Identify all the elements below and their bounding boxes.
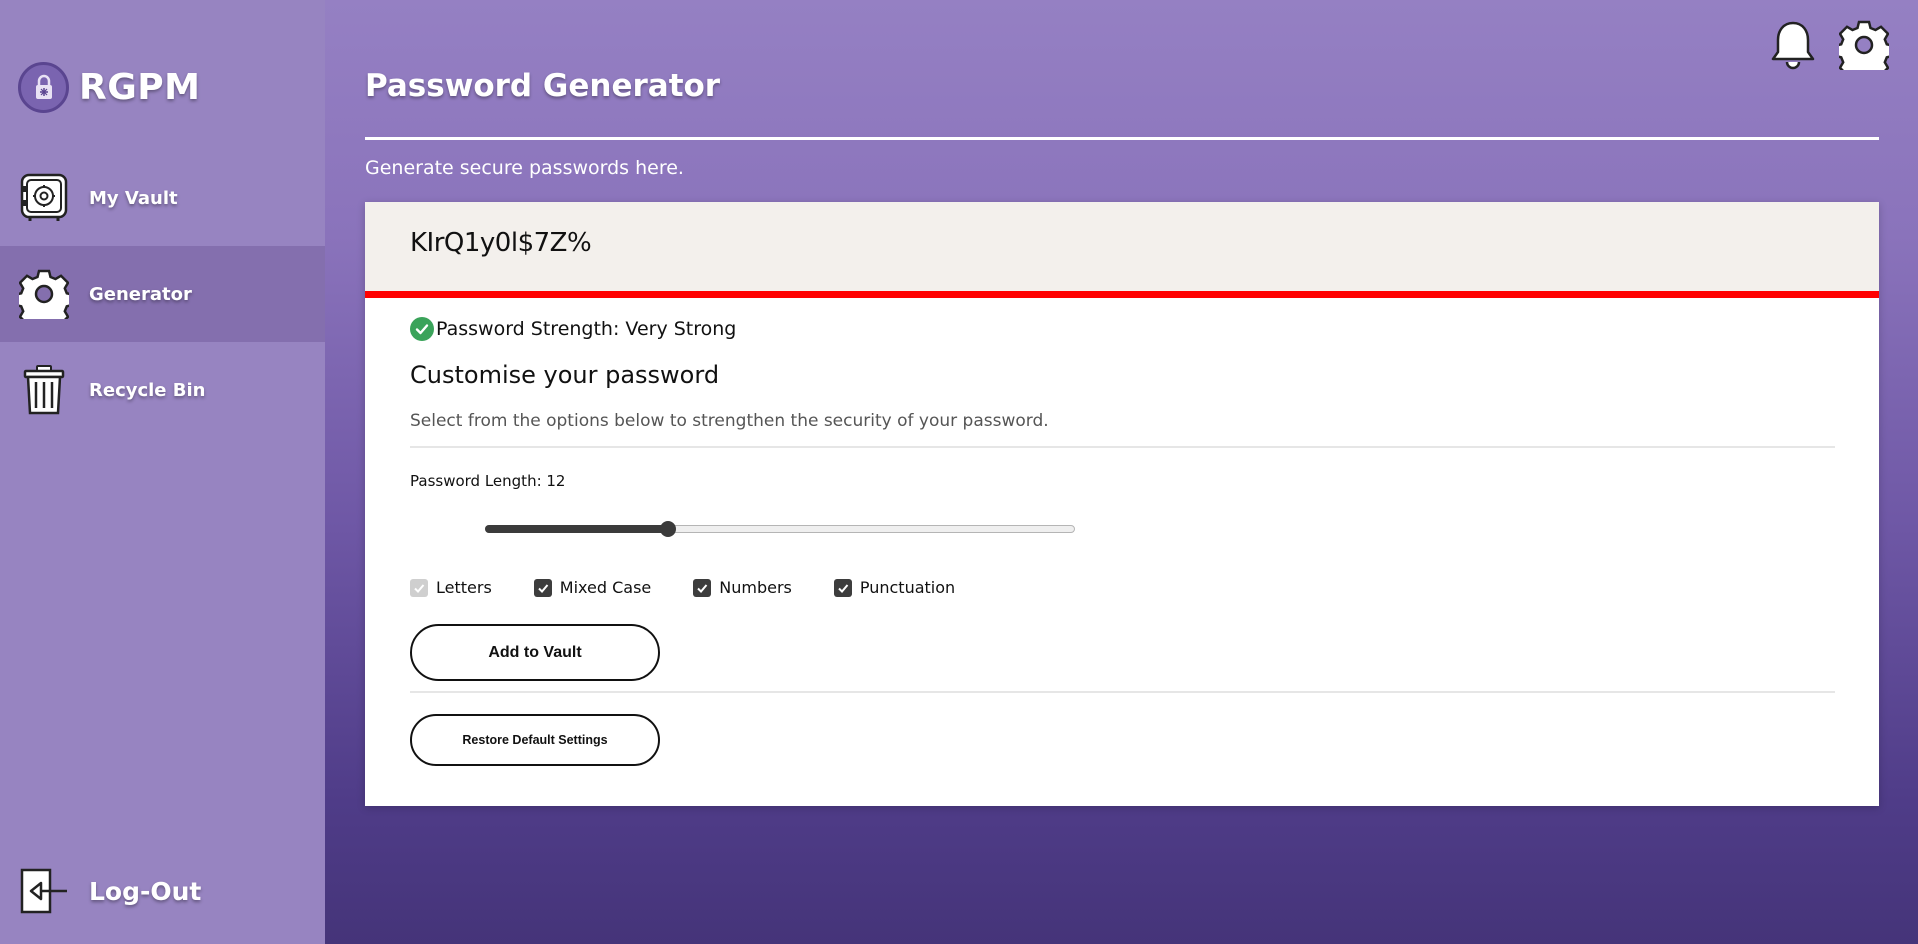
brand-logo-icon xyxy=(18,62,69,113)
page-title: Password Generator xyxy=(365,68,721,104)
generated-password-box[interactable]: KIrQ1y0l$7Z% xyxy=(365,202,1879,291)
generated-password[interactable]: KIrQ1y0l$7Z% xyxy=(410,228,592,258)
restore-defaults-button[interactable]: Restore Default Settings xyxy=(410,714,660,766)
logout-button[interactable]: Log-Out xyxy=(0,858,325,924)
password-strength: Password Strength: Very Strong xyxy=(410,317,736,341)
option-label: Mixed Case xyxy=(559,578,652,597)
option-label: Letters xyxy=(436,578,492,597)
sidebar-item-label: My Vault xyxy=(89,187,178,209)
option-letters[interactable]: Letters xyxy=(410,578,492,597)
option-numbers[interactable]: Numbers xyxy=(693,578,792,597)
section-description: Select from the options below to strengt… xyxy=(410,411,1049,431)
check-circle-icon xyxy=(410,317,434,341)
sidebar-item-my-vault[interactable]: My Vault xyxy=(0,150,325,246)
sidebar-item-label: Recycle Bin xyxy=(89,379,206,401)
brand[interactable]: RGPM xyxy=(18,62,200,113)
sidebar: RGPM My Vault Generator Recycle Bin Log-… xyxy=(0,0,325,944)
password-length-label: Password Length: 12 xyxy=(410,472,566,490)
logout-label: Log-Out xyxy=(89,876,202,906)
checkbox-mixed-case[interactable] xyxy=(533,578,552,597)
checkbox-numbers[interactable] xyxy=(693,578,712,597)
sidebar-item-label: Generator xyxy=(89,283,192,305)
divider xyxy=(410,446,1835,448)
generator-card: KIrQ1y0l$7Z% Password Strength: Very Str… xyxy=(365,202,1879,806)
password-length-slider[interactable] xyxy=(485,519,1075,539)
gear-icon xyxy=(18,268,70,320)
checkbox-punctuation[interactable] xyxy=(833,578,852,597)
gear-icon[interactable] xyxy=(1839,20,1889,70)
option-mixed-case[interactable]: Mixed Case xyxy=(533,578,652,597)
option-punctuation[interactable]: Punctuation xyxy=(833,578,956,597)
bell-icon[interactable] xyxy=(1768,20,1818,70)
option-label: Punctuation xyxy=(859,578,956,597)
slider-thumb[interactable] xyxy=(659,521,676,537)
sidebar-item-generator[interactable]: Generator xyxy=(0,246,325,342)
checkbox-letters[interactable] xyxy=(410,578,428,597)
add-to-vault-button[interactable]: Add to Vault xyxy=(410,624,660,681)
section-title: Customise your password xyxy=(410,361,720,389)
page-subtitle: Generate secure passwords here. xyxy=(365,157,684,179)
divider xyxy=(410,691,1835,693)
strength-bar xyxy=(365,291,1879,298)
title-divider xyxy=(365,137,1879,140)
trash-bin-icon xyxy=(18,364,70,416)
brand-name: RGPM xyxy=(79,67,201,108)
sidebar-item-recycle-bin[interactable]: Recycle Bin xyxy=(0,342,325,438)
logout-icon xyxy=(18,865,70,917)
vault-safe-icon xyxy=(18,172,70,224)
slider-fill xyxy=(485,525,668,533)
option-label: Numbers xyxy=(719,578,792,597)
strength-text: Password Strength: Very Strong xyxy=(436,318,737,340)
password-options: Letters Mixed Case Numbers Punctuation xyxy=(410,578,997,597)
app-root: RGPM My Vault Generator Recycle Bin Log-… xyxy=(0,0,1918,944)
